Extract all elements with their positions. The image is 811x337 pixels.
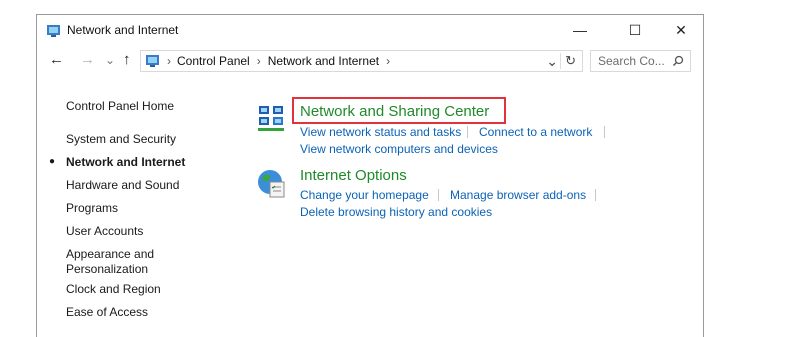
sidebar-item-programs[interactable]: Programs [66,201,118,216]
control-panel-icon [146,55,159,67]
sidebar-item-hardware-and-sound[interactable]: Hardware and Sound [66,178,179,193]
view-network-status-link[interactable]: View network status and tasks [300,125,461,139]
close-button[interactable]: ✕ [658,15,704,45]
sidebar-item-user-accounts[interactable]: User Accounts [66,224,143,239]
sidebar-item-personalization[interactable]: Personalization [66,262,148,277]
breadcrumb-separator-icon: › [167,54,171,68]
breadcrumb-control-panel[interactable]: Control Panel [177,54,250,68]
link-separator [467,126,468,138]
view-network-computers-link[interactable]: View network computers and devices [300,142,498,156]
manage-browser-addons-link[interactable]: Manage browser add-ons [450,188,586,202]
window-title: Network and Internet [67,23,179,37]
sidebar-item-ease-of-access[interactable]: Ease of Access [66,305,148,320]
search-input[interactable]: Search Co... [598,54,665,68]
title-bar: Network and Internet — ☐ ✕ [37,15,703,45]
network-sharing-center-icon[interactable] [257,103,287,135]
address-dropdown-icon[interactable]: ⌄ [546,53,558,70]
sidebar-item-clock-and-region[interactable]: Clock and Region [66,282,161,297]
search-box[interactable]: Search Co... [590,50,691,72]
forward-arrow-icon[interactable]: → [80,52,95,68]
sidebar-item-appearance-and[interactable]: Appearance and [66,247,154,262]
internet-options-title[interactable]: Internet Options [300,167,407,184]
recent-locations-chevron-icon[interactable]: ⌄ [105,52,115,68]
link-separator [595,189,596,201]
change-homepage-link[interactable]: Change your homepage [300,188,429,202]
up-arrow-icon[interactable]: ↑ [123,52,131,68]
control-panel-window: Network and Internet — ☐ ✕ ← → ⌄ ↑ › Con… [36,14,704,337]
minimize-icon: — [573,22,587,38]
breadcrumb-separator-icon: › [386,54,391,68]
sidebar-item-control-panel-home[interactable]: Control Panel Home [66,99,174,114]
breadcrumb-network-and-internet[interactable]: Network and Internet [268,54,379,68]
sidebar-item-network-and-internet[interactable]: Network and Internet [66,155,185,170]
network-and-sharing-center-title[interactable]: Network and Sharing Center [300,103,489,120]
minimize-button[interactable]: — [557,15,603,45]
network-folder-icon [47,25,60,37]
link-separator [604,126,605,138]
address-bar[interactable]: › Control Panel › Network and Internet ›… [140,50,583,72]
refresh-icon[interactable]: ↻ [560,53,576,69]
maximize-icon: ☐ [628,21,642,38]
sidebar-item-system-and-security[interactable]: System and Security [66,132,176,147]
active-item-bullet-icon: ● [49,156,56,167]
internet-options-icon[interactable] [257,167,287,199]
navigation-bar: ← → ⌄ ↑ › Control Panel › Network and In… [37,47,703,75]
maximize-button[interactable]: ☐ [612,15,658,45]
delete-browsing-history-link[interactable]: Delete browsing history and cookies [300,205,492,219]
connect-to-network-link[interactable]: Connect to a network [479,125,592,139]
back-arrow-icon[interactable]: ← [49,52,64,68]
close-icon: ✕ [675,21,687,38]
breadcrumb-separator-icon: › [256,54,261,68]
search-icon[interactable] [672,55,684,67]
link-separator [438,189,439,201]
